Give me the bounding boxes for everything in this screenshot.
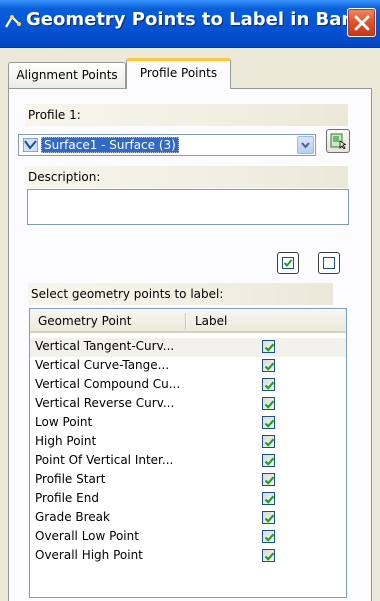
label-checkbox[interactable]: [262, 473, 275, 486]
profile-selected-value: Surface1 - Surface (3): [41, 137, 179, 153]
table-row[interactable]: Profile Start: [30, 471, 346, 490]
checkmark-icon: [264, 400, 275, 409]
table-row[interactable]: Vertical Curve-Tange...: [30, 357, 346, 376]
table-row[interactable]: Low Point: [30, 414, 346, 433]
checkmark-icon: [264, 476, 275, 485]
window-title: Geometry Points to Label in Band: [26, 9, 368, 30]
checkmark-icon: [264, 381, 275, 390]
tab-label: Profile Points: [139, 66, 218, 80]
tab-label: Alignment Points: [16, 68, 118, 82]
profile-label: Profile 1:: [25, 104, 348, 126]
checkmark-icon: [264, 438, 275, 447]
check-all-icon: [282, 257, 294, 269]
label-checkbox[interactable]: [262, 340, 275, 353]
table-row[interactable]: High Point: [30, 433, 346, 452]
description-field[interactable]: [27, 189, 349, 225]
check-all-button[interactable]: [277, 252, 299, 274]
table-row[interactable]: Profile End: [30, 490, 346, 509]
dialog-app-icon: [3, 12, 23, 32]
profile-select[interactable]: Surface1 - Surface (3): [18, 134, 316, 156]
profile-label-text: Profile 1:: [28, 108, 81, 122]
table-row[interactable]: Vertical Compound Cu...: [30, 376, 346, 395]
table-row[interactable]: Vertical Tangent-Curv...: [30, 338, 346, 357]
chevron-down-icon[interactable]: [297, 136, 314, 154]
checkmark-icon: [264, 514, 275, 523]
tab-profile-points[interactable]: Profile Points: [126, 58, 231, 89]
geometry-point-name: Profile Start: [35, 472, 106, 486]
geometry-point-name: Vertical Compound Cu...: [35, 377, 181, 391]
grid-header: Geometry Point Label: [30, 309, 346, 333]
geometry-point-name: Grade Break: [35, 510, 110, 524]
label-checkbox[interactable]: [262, 416, 275, 429]
pick-from-drawing-icon: [330, 133, 346, 149]
label-checkbox[interactable]: [262, 511, 275, 524]
table-row[interactable]: Point Of Vertical Inter...: [30, 452, 346, 471]
title-bar[interactable]: Geometry Points to Label in Band: [0, 0, 380, 48]
grid-caption-text: Select geometry points to label:: [31, 287, 224, 301]
label-checkbox[interactable]: [262, 397, 275, 410]
geometry-point-name: Overall High Point: [35, 548, 143, 562]
geometry-point-name: Vertical Curve-Tange...: [35, 358, 170, 372]
description-label: Description:: [25, 166, 348, 188]
checkmark-icon: [264, 533, 275, 542]
column-separator[interactable]: [185, 313, 186, 329]
geometry-points-grid[interactable]: Geometry Point Label Vertical Tangent-Cu…: [29, 308, 347, 598]
geometry-point-name: Profile End: [35, 491, 99, 505]
grid-caption: Select geometry points to label:: [28, 283, 333, 305]
label-checkbox[interactable]: [262, 549, 275, 562]
geometry-point-name: High Point: [35, 434, 97, 448]
geometry-point-name: Overall Low Point: [35, 529, 139, 543]
table-row[interactable]: Vertical Reverse Curv...: [30, 395, 346, 414]
pick-profile-button[interactable]: [326, 129, 350, 153]
geometry-point-name: Vertical Reverse Curv...: [35, 396, 175, 410]
checkmark-icon: [264, 495, 275, 504]
table-row[interactable]: Overall Low Point: [30, 528, 346, 547]
geometry-point-name: Point Of Vertical Inter...: [35, 453, 174, 467]
label-checkbox[interactable]: [262, 359, 275, 372]
description-label-text: Description:: [28, 170, 101, 184]
geometry-point-name: Vertical Tangent-Curv...: [35, 339, 175, 353]
checkmark-icon: [264, 419, 275, 428]
uncheck-all-button[interactable]: [318, 252, 340, 274]
checkmark-icon: [264, 552, 275, 561]
label-checkbox[interactable]: [262, 435, 275, 448]
table-row[interactable]: Grade Break: [30, 509, 346, 528]
close-icon: [354, 15, 370, 31]
checkmark-icon: [264, 457, 275, 466]
geometry-point-name: Low Point: [35, 415, 93, 429]
checkmark-icon: [264, 362, 275, 371]
label-checkbox[interactable]: [262, 530, 275, 543]
label-checkbox[interactable]: [262, 378, 275, 391]
column-header-geometry-point[interactable]: Geometry Point: [38, 314, 131, 328]
label-checkbox[interactable]: [262, 492, 275, 505]
uncheck-all-icon: [323, 257, 335, 269]
close-button[interactable]: [347, 8, 376, 37]
surface-profile-icon: [22, 137, 39, 155]
table-row[interactable]: Overall High Point: [30, 547, 346, 566]
column-header-label[interactable]: Label: [195, 314, 227, 328]
checkmark-icon: [264, 343, 275, 352]
label-checkbox[interactable]: [262, 454, 275, 467]
tab-alignment-points[interactable]: Alignment Points: [8, 62, 126, 88]
